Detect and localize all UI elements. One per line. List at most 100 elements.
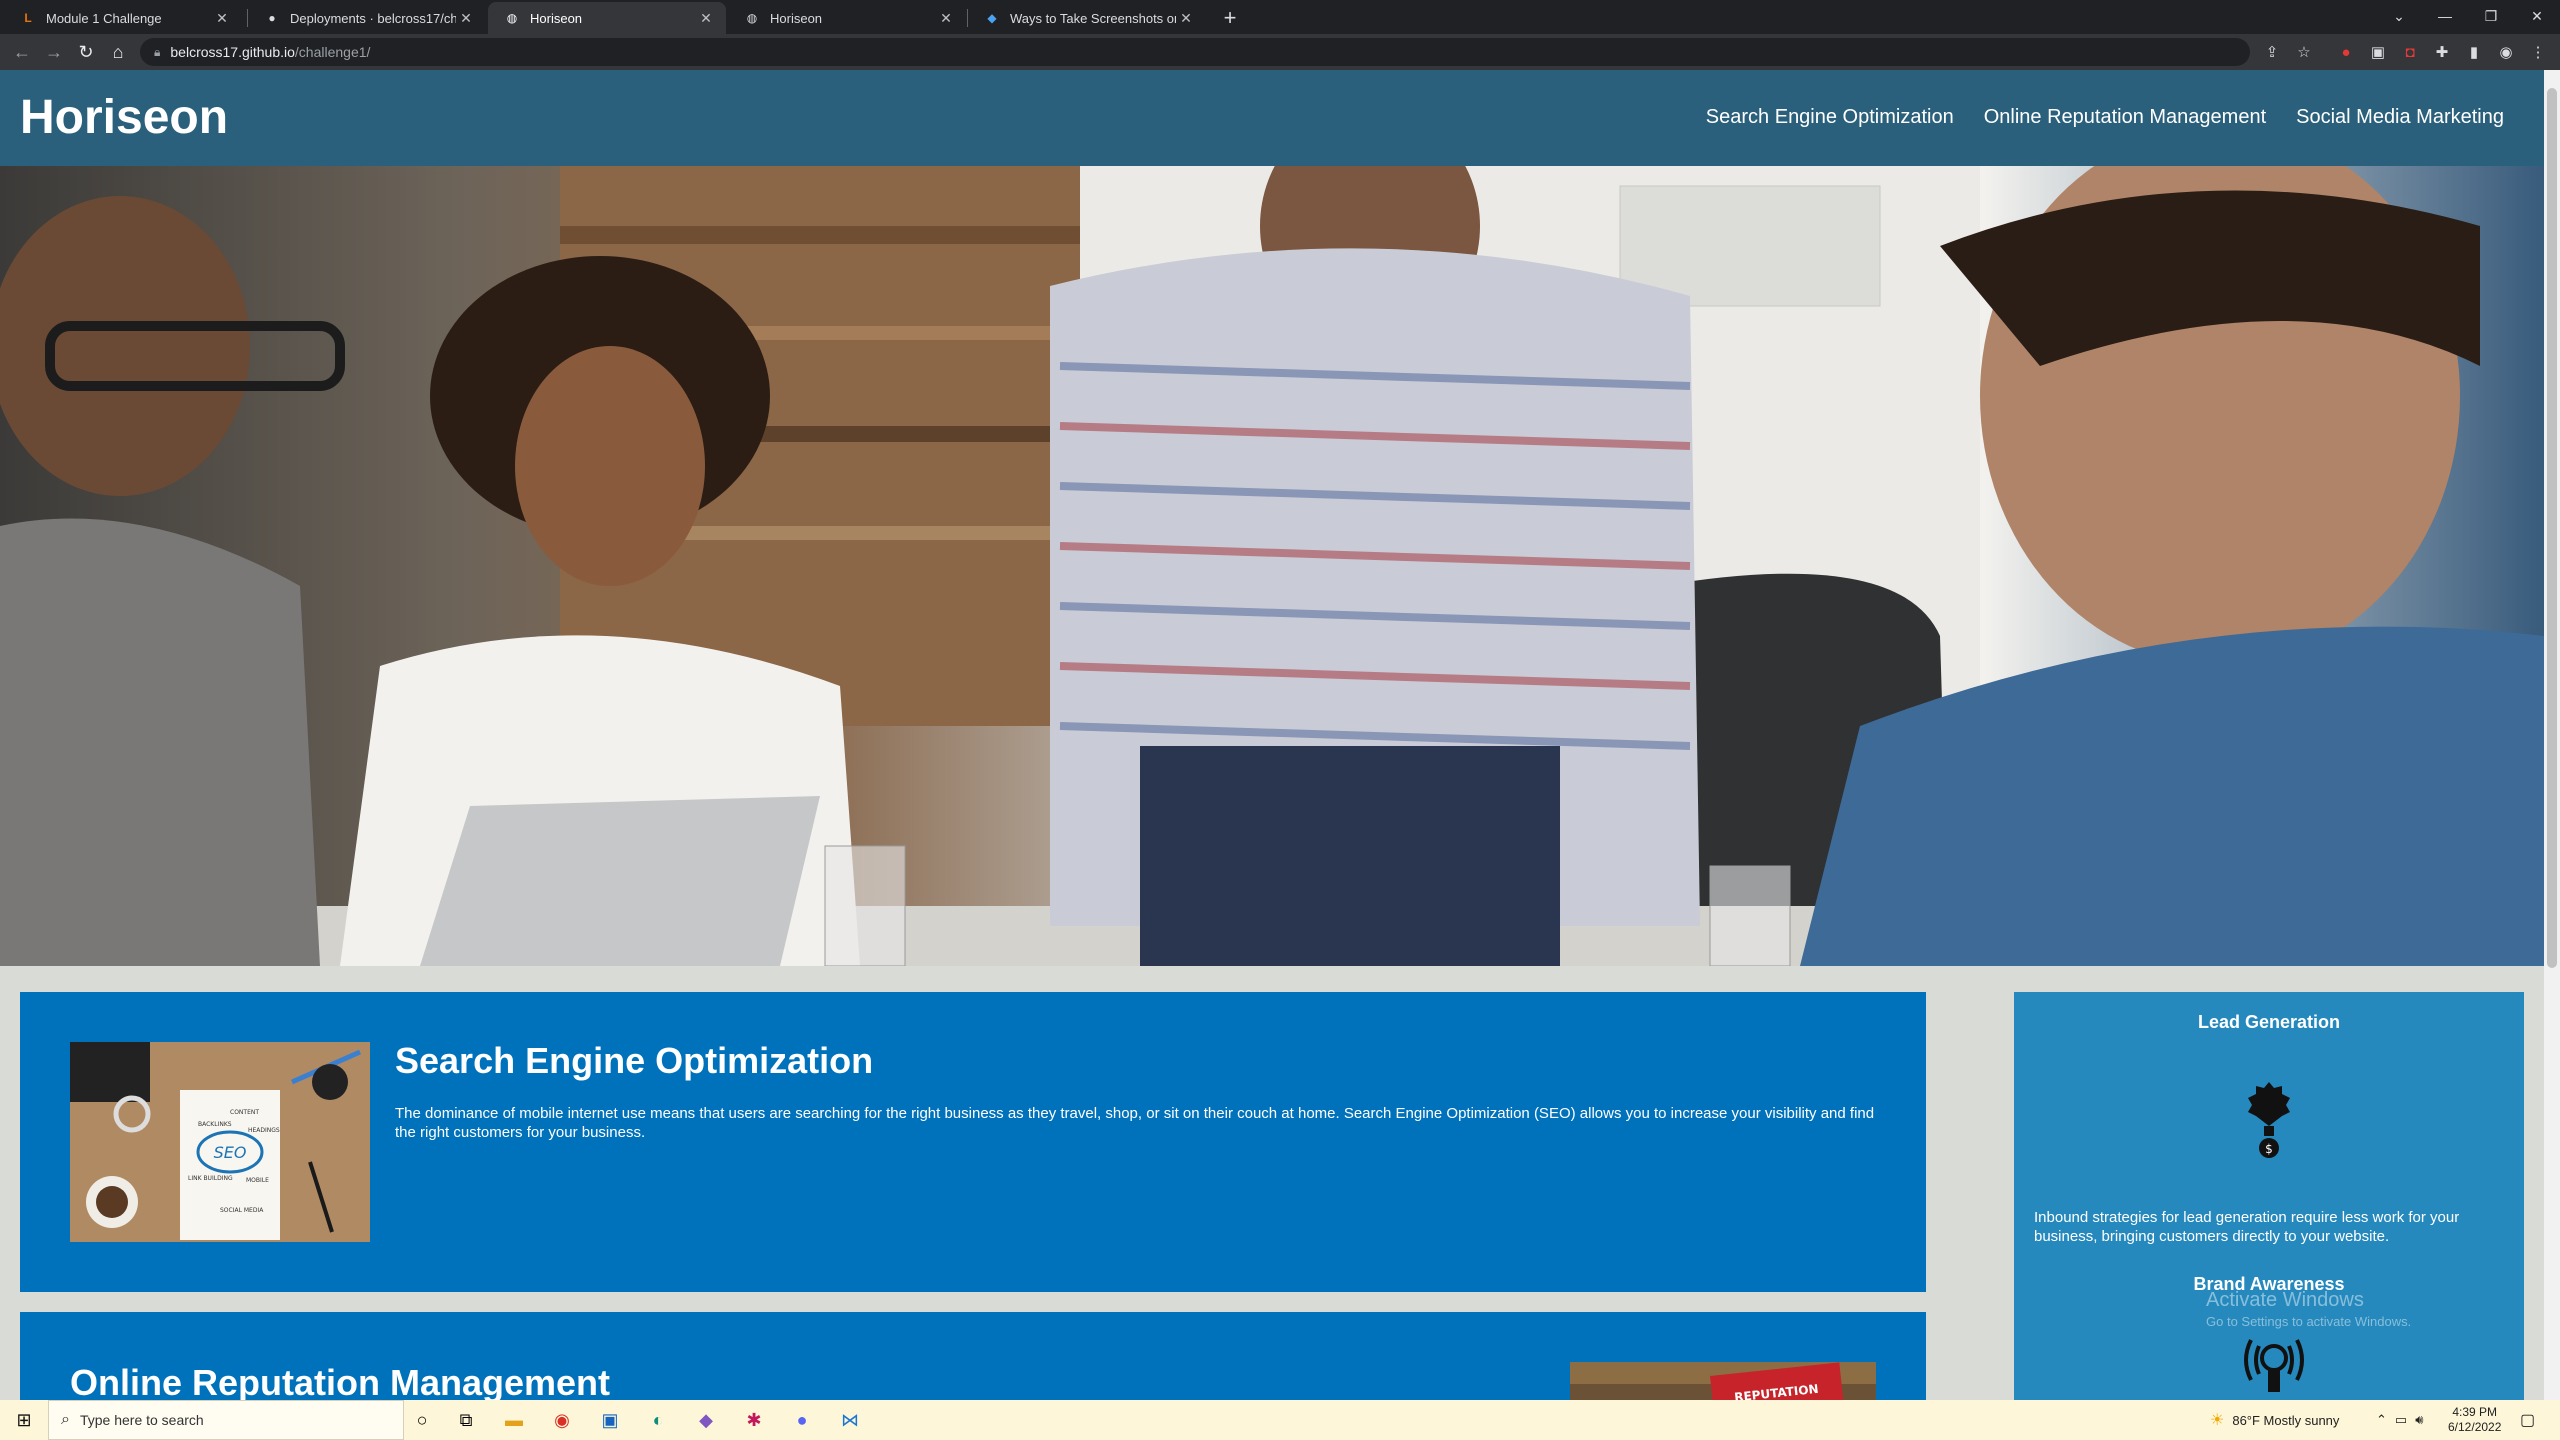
edge-icon[interactable]: ◐: [640, 1406, 676, 1434]
seo-notebook-illustration: SEO BACKLINKS CONTENT HEADINGS LINK BUIL…: [70, 1042, 370, 1242]
chevron-up-icon[interactable]: ⌃: [2376, 1412, 2387, 1428]
laptop: [420, 796, 820, 966]
minimize-button[interactable]: —: [2422, 0, 2468, 32]
svg-text:BACKLINKS: BACKLINKS: [198, 1121, 232, 1128]
svg-text:LINK BUILDING: LINK BUILDING: [188, 1175, 233, 1182]
extension-gray-icon[interactable]: ▣: [2368, 42, 2388, 62]
globe-icon: ◍: [746, 11, 758, 25]
activate-windows-watermark: Activate Windows: [2206, 1289, 2364, 1311]
sun-icon: ☀: [2210, 1412, 2225, 1429]
cortana-icon[interactable]: ○: [404, 1406, 440, 1434]
svg-text:HEADINGS: HEADINGS: [248, 1127, 280, 1134]
browser-toolbar: ← → ↻ ⌂ 🔒︎ belcross17.github.io /challen…: [0, 34, 2560, 70]
scrollbar-thumb[interactable]: [2547, 88, 2557, 968]
store-icon[interactable]: ▣: [592, 1406, 628, 1434]
orm-title: Online Reputation Management: [70, 1362, 611, 1400]
jeans: [1140, 746, 1560, 966]
windows-start-icon[interactable]: ⊞: [10, 1406, 38, 1434]
benefits-aside: Lead Generation $ Inbound strategies for…: [2014, 992, 2524, 1400]
tab-title: Module 1 Challenge: [46, 10, 162, 26]
module-icon: L: [24, 11, 32, 25]
url-path: /challenge1/: [294, 44, 371, 60]
tab-search-icon[interactable]: ⌄: [2376, 0, 2422, 32]
vscode-icon[interactable]: ⋈: [832, 1406, 868, 1434]
water-glass: [824, 845, 906, 966]
taskbar-search-box[interactable]: ⌕ Type here to search: [48, 1400, 404, 1440]
person-left-shirt: [0, 518, 320, 966]
new-tab-button[interactable]: +: [1216, 4, 1244, 32]
taskbar-search-placeholder: Type here to search: [79, 1412, 204, 1428]
weather-widget[interactable]: ☀ 86°F Mostly sunny: [2210, 1400, 2339, 1440]
nav-link-smm[interactable]: Social Media Marketing: [2296, 106, 2504, 129]
tab-module-1-challenge[interactable]: L Module 1 Challenge ✕: [4, 2, 242, 34]
seo-title: Search Engine Optimization: [395, 1040, 874, 1081]
tab-screenshots[interactable]: ◆ Ways to Take Screenshots on Windows ✕: [968, 2, 1206, 34]
windows-taskbar: ⊞ ⌕ Type here to search ○ ⧉ ▬ ◉ ▣ ◐ ◆ ✱ …: [0, 1400, 2560, 1440]
nav-link-seo[interactable]: Search Engine Optimization: [1706, 106, 1954, 129]
seo-section: SEO BACKLINKS CONTENT HEADINGS LINK BUIL…: [20, 992, 1926, 1292]
clock-time: 4:39 PM: [2452, 1405, 2498, 1419]
profile-avatar-icon[interactable]: ◉: [2496, 42, 2516, 62]
page-scrollbar[interactable]: [2544, 70, 2560, 1400]
close-icon[interactable]: ✕: [456, 10, 476, 27]
woman-face: [515, 346, 705, 586]
person-left-head: [0, 196, 250, 496]
tab-title: Deployments · belcross17/challenge1: [290, 10, 456, 26]
file-explorer-icon[interactable]: ▬: [496, 1406, 532, 1434]
share-icon[interactable]: ⇪: [2262, 42, 2282, 62]
tab-horiseon-active[interactable]: ◍ Horiseon ✕: [488, 2, 726, 34]
close-icon[interactable]: ✕: [936, 10, 956, 27]
system-tray: ⌃ ▭ 🔊︎: [2376, 1400, 2423, 1440]
back-arrow-icon[interactable]: ←: [10, 40, 34, 64]
hero-illustration: [0, 166, 2544, 966]
network-icon[interactable]: ▭: [2395, 1412, 2407, 1428]
home-icon[interactable]: ⌂: [106, 40, 130, 64]
github-desktop-icon[interactable]: ◆: [688, 1406, 724, 1434]
close-icon[interactable]: ✕: [212, 10, 232, 27]
browser-tab-bar: L Module 1 Challenge ✕ ● Deployments · b…: [0, 0, 2560, 34]
nav-link-orm[interactable]: Online Reputation Management: [1984, 106, 2266, 129]
forward-arrow-icon[interactable]: →: [42, 40, 66, 64]
address-bar[interactable]: 🔒︎ belcross17.github.io /challenge1/: [140, 38, 2250, 66]
hero-image: [0, 166, 2544, 966]
lead-generation-body: Inbound strategies for lead generation r…: [2034, 1209, 2460, 1245]
search-icon: ⌕: [61, 1411, 70, 1428]
bookmark-star-icon[interactable]: ☆: [2294, 42, 2314, 62]
svg-text:$: $: [2265, 1142, 2273, 1156]
lock-icon: 🔒︎: [154, 44, 161, 59]
extension-red-icon[interactable]: ●: [2336, 42, 2356, 62]
chrome-icon[interactable]: ◉: [544, 1406, 580, 1434]
clock-date: 6/12/2022: [2448, 1420, 2502, 1434]
extensions-puzzle-icon[interactable]: ✚: [2432, 42, 2452, 62]
weather-text: 86°F Mostly sunny: [2232, 1412, 2340, 1428]
close-icon[interactable]: ✕: [696, 10, 716, 27]
page-viewport: Horiseon Search Engine Optimization Onli…: [0, 70, 2544, 1400]
tab-title: Horiseon: [770, 10, 823, 26]
windows-icon: ◆: [987, 11, 997, 25]
tab-horiseon[interactable]: ◍ Horiseon ✕: [728, 2, 966, 34]
kebab-menu-icon[interactable]: ⋮: [2528, 42, 2548, 62]
brand-awareness-icon: [2244, 1339, 2304, 1392]
url-host: belcross17.github.io: [170, 44, 295, 60]
taskbar-clock[interactable]: 4:39 PM 6/12/2022: [2448, 1400, 2501, 1440]
seo-image: SEO BACKLINKS CONTENT HEADINGS LINK BUIL…: [70, 1042, 370, 1242]
close-window-button[interactable]: ✕: [2514, 0, 2560, 32]
notifications-icon[interactable]: ▢: [2520, 1400, 2535, 1440]
extension-pocket-icon[interactable]: ◘: [2400, 42, 2420, 62]
lead-generation-icon: $: [2248, 1082, 2290, 1158]
site-nav: Search Engine Optimization Online Reputa…: [1706, 106, 2504, 129]
reload-icon[interactable]: ↻: [74, 40, 98, 64]
tab-deployments[interactable]: ● Deployments · belcross17/challenge1 ✕: [248, 2, 486, 34]
tab-title: Horiseon: [530, 10, 583, 26]
task-view-icon[interactable]: ⧉: [448, 1406, 484, 1434]
discord-icon[interactable]: ●: [784, 1406, 820, 1434]
slack-icon[interactable]: ✱: [736, 1406, 772, 1434]
water-glass: [1709, 865, 1791, 966]
close-icon[interactable]: ✕: [1176, 10, 1196, 27]
svg-text:CONTENT: CONTENT: [230, 1109, 259, 1116]
volume-icon[interactable]: 🔊︎: [2415, 1412, 2423, 1428]
globe-icon: ◍: [506, 11, 518, 25]
lead-generation-title: Lead Generation: [2197, 1012, 2341, 1032]
side-panel-icon[interactable]: ▮: [2464, 42, 2484, 62]
restore-button[interactable]: ❐: [2468, 0, 2514, 32]
